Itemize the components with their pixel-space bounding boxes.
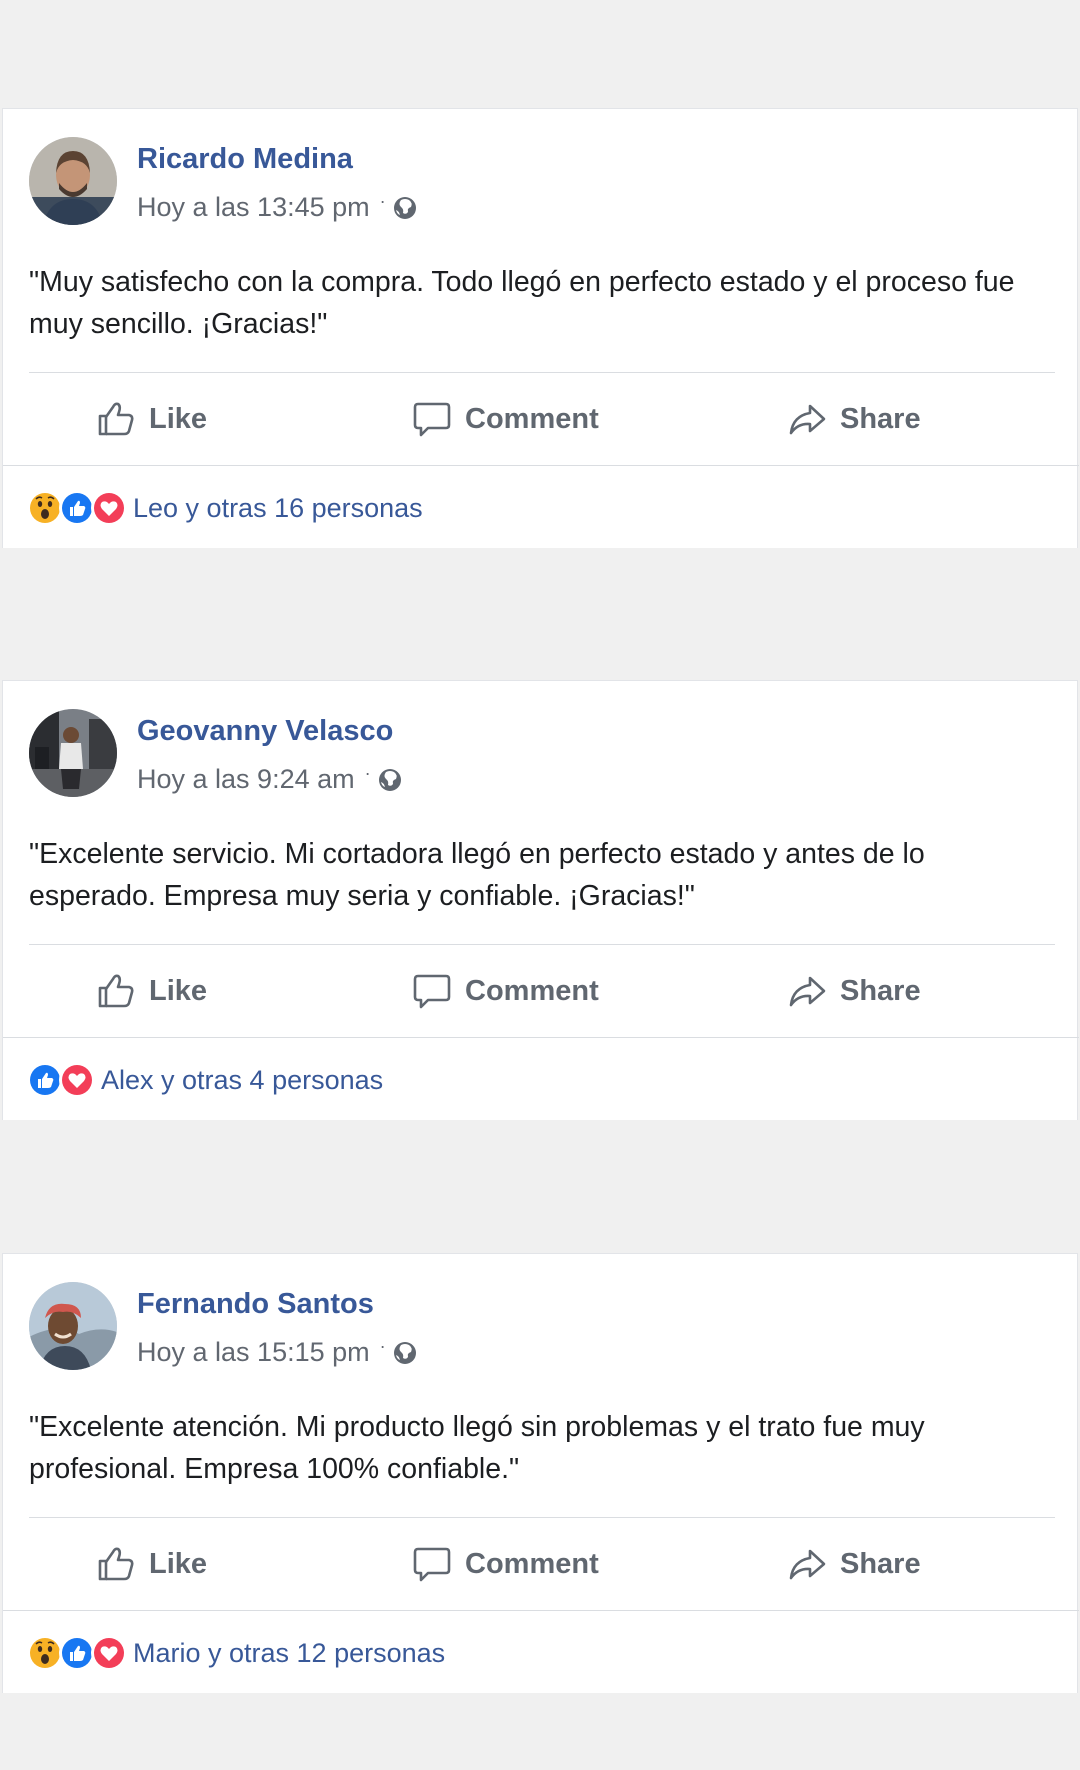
share-label: Share	[840, 402, 921, 435]
author-name[interactable]: Ricardo Medina	[137, 143, 353, 176]
reactions-summary[interactable]: Leo y otras 16 personas	[27, 466, 1027, 550]
author-name[interactable]: Geovanny Velasco	[137, 715, 393, 748]
timestamp[interactable]: Hoy a las 15:15 pm	[137, 1337, 370, 1368]
action-bar: Like Comment Share	[3, 945, 1079, 1037]
globe-icon	[378, 768, 401, 791]
heart-reaction-icon	[91, 490, 127, 526]
post-card: Fernando Santos Hoy a las 15:15 pm · "Ex…	[2, 1253, 1079, 1695]
post-meta: Hoy a las 13:45 pm ·	[137, 191, 418, 223]
thumbs-up-outline-icon	[98, 974, 134, 1008]
comment-label: Comment	[465, 1547, 599, 1580]
like-reaction-icon	[27, 1062, 63, 1098]
share-arrow-icon	[789, 404, 826, 435]
avatar-photo	[29, 1282, 117, 1370]
author-name[interactable]: Fernando Santos	[137, 1288, 374, 1321]
post-header: Ricardo Medina Hoy a las 13:45 pm ·	[29, 137, 1029, 227]
avatar[interactable]	[29, 709, 117, 797]
like-button[interactable]: Like	[95, 1518, 207, 1610]
comment-button[interactable]: Comment	[411, 1518, 599, 1610]
like-label: Like	[149, 402, 208, 435]
meta-separator: ·	[379, 191, 386, 211]
avatar[interactable]	[29, 1282, 117, 1370]
reaction-icons	[27, 1635, 127, 1671]
share-label: Share	[840, 1547, 921, 1580]
share-arrow-icon	[789, 976, 826, 1007]
speech-bubble-icon	[413, 402, 451, 437]
share-arrow-icon	[789, 1549, 826, 1580]
post-text: "Excelente servicio. Mi cortadora llegó …	[29, 838, 925, 912]
comment-label: Comment	[465, 974, 599, 1007]
thumbs-up-outline-icon	[98, 402, 134, 436]
post-meta: Hoy a las 15:15 pm ·	[137, 1336, 418, 1368]
timestamp[interactable]: Hoy a las 9:24 am	[137, 764, 355, 795]
reactions-summary[interactable]: Mario y otras 12 personas	[27, 1611, 1027, 1695]
post-header: Geovanny Velasco Hoy a las 9:24 am ·	[29, 709, 1029, 799]
share-button[interactable]: Share	[786, 373, 921, 465]
reaction-icons	[27, 490, 127, 526]
reaction-count-text[interactable]: Leo y otras 16 personas	[133, 493, 423, 524]
avatar[interactable]	[29, 137, 117, 225]
like-button[interactable]: Like	[95, 945, 207, 1037]
heart-reaction-icon	[91, 1635, 127, 1671]
meta-separator: ·	[379, 1336, 386, 1356]
avatar-photo	[29, 709, 117, 797]
post-meta: Hoy a las 9:24 am ·	[137, 763, 403, 795]
like-reaction-icon	[59, 1635, 95, 1671]
thumbs-up-outline-icon	[98, 1547, 134, 1581]
post-header: Fernando Santos Hoy a las 15:15 pm ·	[29, 1282, 1029, 1372]
like-reaction-icon	[59, 490, 95, 526]
reaction-count-text[interactable]: Mario y otras 12 personas	[133, 1638, 445, 1669]
post-text: "Excelente atención. Mi producto llegó s…	[29, 1411, 925, 1485]
comment-button[interactable]: Comment	[411, 373, 599, 465]
timestamp[interactable]: Hoy a las 13:45 pm	[137, 192, 370, 223]
action-bar: Like Comment Share	[3, 1518, 1079, 1610]
globe-icon	[393, 196, 416, 219]
share-label: Share	[840, 974, 921, 1007]
like-button[interactable]: Like	[95, 373, 207, 465]
comment-button[interactable]: Comment	[411, 945, 599, 1037]
share-button[interactable]: Share	[786, 1518, 921, 1610]
wow-reaction-icon	[27, 490, 63, 526]
comment-label: Comment	[465, 402, 599, 435]
wow-reaction-icon	[27, 1635, 63, 1671]
post-card: Geovanny Velasco Hoy a las 9:24 am · "Ex…	[2, 680, 1079, 1122]
speech-bubble-icon	[413, 1547, 451, 1582]
reaction-count-text[interactable]: Alex y otras 4 personas	[101, 1065, 383, 1096]
meta-separator: ·	[364, 763, 371, 783]
speech-bubble-icon	[413, 974, 451, 1009]
avatar-photo	[29, 137, 117, 225]
heart-reaction-icon	[59, 1062, 95, 1098]
post-card: Ricardo Medina Hoy a las 13:45 pm · "Muy…	[2, 108, 1079, 550]
share-button[interactable]: Share	[786, 945, 921, 1037]
globe-icon	[393, 1341, 416, 1364]
post-text: "Muy satisfecho con la compra. Todo lleg…	[29, 266, 1015, 340]
reactions-summary[interactable]: Alex y otras 4 personas	[27, 1038, 1027, 1122]
like-label: Like	[149, 974, 208, 1007]
reaction-icons	[27, 1062, 95, 1098]
like-label: Like	[149, 1547, 208, 1580]
action-bar: Like Comment Share	[3, 373, 1079, 465]
